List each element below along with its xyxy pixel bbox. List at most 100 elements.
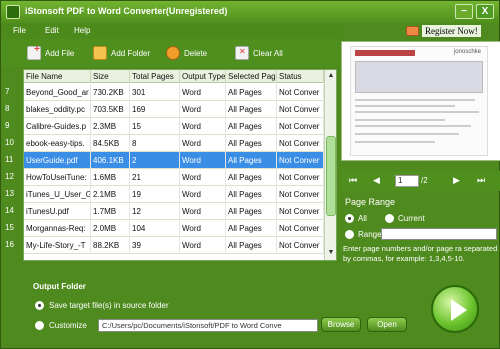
page-number-input[interactable]: 1 [395,175,419,187]
output-folder-panel: Output Folder Save target file(s) in sou… [23,271,407,341]
row-number: 14 [5,206,14,215]
col-file-name[interactable]: File Name [24,70,91,83]
col-output-type[interactable]: Output Type [180,70,226,83]
table-row[interactable]: Morgannas-Req: 2.0MB 104 Word All Pages Not C… [24,220,324,237]
row-number: 12 [5,172,14,181]
range-current-label: Current [398,214,425,223]
cell-size: 1.6MB [91,169,130,186]
cell-pages: 104 [130,220,180,237]
cell-name: Calibre-Guides.p [24,118,91,135]
col-selected-pages[interactable]: Selected Pages [226,70,277,83]
table-row[interactable]: Calibre-Guides.p 2.3MB 15 Word All Pages Not … [24,118,324,135]
delete-button[interactable]: Delete [166,44,207,62]
col-total-pages[interactable]: Total Pages [130,70,180,83]
col-status[interactable]: Status [277,70,324,83]
cell-status: Not Conver [277,101,324,118]
cell-pages: 21 [130,169,180,186]
cell-size: 406.1KB [91,152,130,169]
close-button[interactable]: X [476,4,494,19]
cell-pages: 15 [130,118,180,135]
cell-type: Word [180,220,226,237]
cell-pages: 301 [130,84,180,101]
preview-text-line [355,133,459,135]
cell-type: Word [180,101,226,118]
row-number: 13 [5,189,14,198]
range-input[interactable] [381,228,497,240]
range-current-radio[interactable] [385,214,394,223]
clear-all-button[interactable]: Clear All [235,44,283,62]
cell-size: 1.7MB [91,203,130,220]
register-link[interactable]: Register Now! [406,25,481,37]
cell-selected: All Pages [226,186,277,203]
cell-size: 703.5KB [91,101,130,118]
range-all-radio[interactable] [345,214,354,223]
delete-icon [166,46,180,60]
clear-icon [235,46,249,60]
page-navigation: ⏮ ◀ 1 /2 ▶ ⏭ [341,171,500,191]
range-custom-radio[interactable] [345,230,354,239]
cell-status: Not Conver [277,186,324,203]
file-table: File Name Size Total Pages Output Type S… [23,69,337,261]
last-page-icon[interactable]: ⏭ [477,175,485,186]
menu-file[interactable]: File [13,26,26,35]
cell-name: iTunes_U_User_G [24,186,91,203]
row-number: 8 [5,104,10,113]
table-row[interactable]: HowToUseiTune: 1.6MB 21 Word All Pages Not Co… [24,169,324,186]
cell-status: Not Conver [277,152,324,169]
customize-radio[interactable] [35,321,44,330]
preview-page: jonoschke [350,46,488,156]
cell-status: Not Conver [277,220,324,237]
table-scrollbar[interactable]: ▲ ▼ [324,70,336,260]
cell-size: 2.3MB [91,118,130,135]
cell-selected: All Pages [226,135,277,152]
menu-help[interactable]: Help [74,26,90,35]
browse-button[interactable]: Browse [321,317,361,332]
cell-pages: 169 [130,101,180,118]
app-icon [6,5,20,19]
preview-text-line [355,99,475,101]
add-folder-button[interactable]: Add Folder [93,44,150,62]
cell-selected: All Pages [226,237,277,254]
row-number: 16 [5,240,14,249]
table-row[interactable]: iTunesU.pdf 1.7MB 12 Word All Pages Not Conve… [24,203,324,220]
app-window: iStonsoft PDF to Word Converter(Unregist… [0,0,500,349]
cell-name: HowToUseiTune: [24,169,91,186]
table-row[interactable]: UserGuide.pdf 406.1KB 2 Word All Pages Not Co… [24,152,324,169]
cell-status: Not Conver [277,237,324,254]
range-hint: Enter page numbers and/or page ra separa… [343,244,498,263]
clear-all-label: Clear All [253,48,283,58]
preview-image [355,61,483,93]
menu-edit[interactable]: Edit [45,26,59,35]
row-number: 7 [5,87,10,96]
scroll-up-icon[interactable]: ▲ [326,71,336,81]
table-row[interactable]: My-Life-Story_-T 88.2KB 39 Word All Pages Not… [24,237,324,254]
row-number: 11 [5,155,14,164]
table-row[interactable]: blakes_oddity.pc 703.5KB 169 Word All Pages N… [24,101,324,118]
cell-pages: 8 [130,135,180,152]
table-row[interactable]: Beyond_Good_ar 730.2KB 301 Word All Pages Not… [24,84,324,101]
scroll-down-icon[interactable]: ▼ [326,248,336,258]
output-path-field[interactable]: C:/Users/pc/Documents/iStonsoft/PDF to W… [98,319,318,332]
prev-page-icon[interactable]: ◀ [373,175,380,186]
row-number: 15 [5,223,14,232]
open-button[interactable]: Open [367,317,407,332]
table-row[interactable]: iTunes_U_User_G 2.1MB 19 Word All Pages Not C… [24,186,324,203]
cell-status: Not Conver [277,118,324,135]
table-header: File Name Size Total Pages Output Type S… [24,70,324,83]
next-page-icon[interactable]: ▶ [453,175,460,186]
scroll-thumb[interactable] [326,136,336,216]
cell-size: 84.5KB [91,135,130,152]
save-source-radio[interactable] [35,301,44,310]
minimize-button[interactable]: − [455,4,473,19]
cell-name: Beyond_Good_ar [24,84,91,101]
cell-type: Word [180,186,226,203]
convert-play-icon[interactable] [431,285,479,333]
table-row[interactable]: ebook-easy-tips. 84.5KB 8 Word All Pages Not … [24,135,324,152]
add-file-button[interactable]: Add File [27,44,74,62]
cell-type: Word [180,152,226,169]
cell-selected: All Pages [226,169,277,186]
delete-label: Delete [184,48,208,58]
first-page-icon[interactable]: ⏮ [349,175,357,186]
col-size[interactable]: Size [91,70,130,83]
cell-status: Not Conver [277,169,324,186]
